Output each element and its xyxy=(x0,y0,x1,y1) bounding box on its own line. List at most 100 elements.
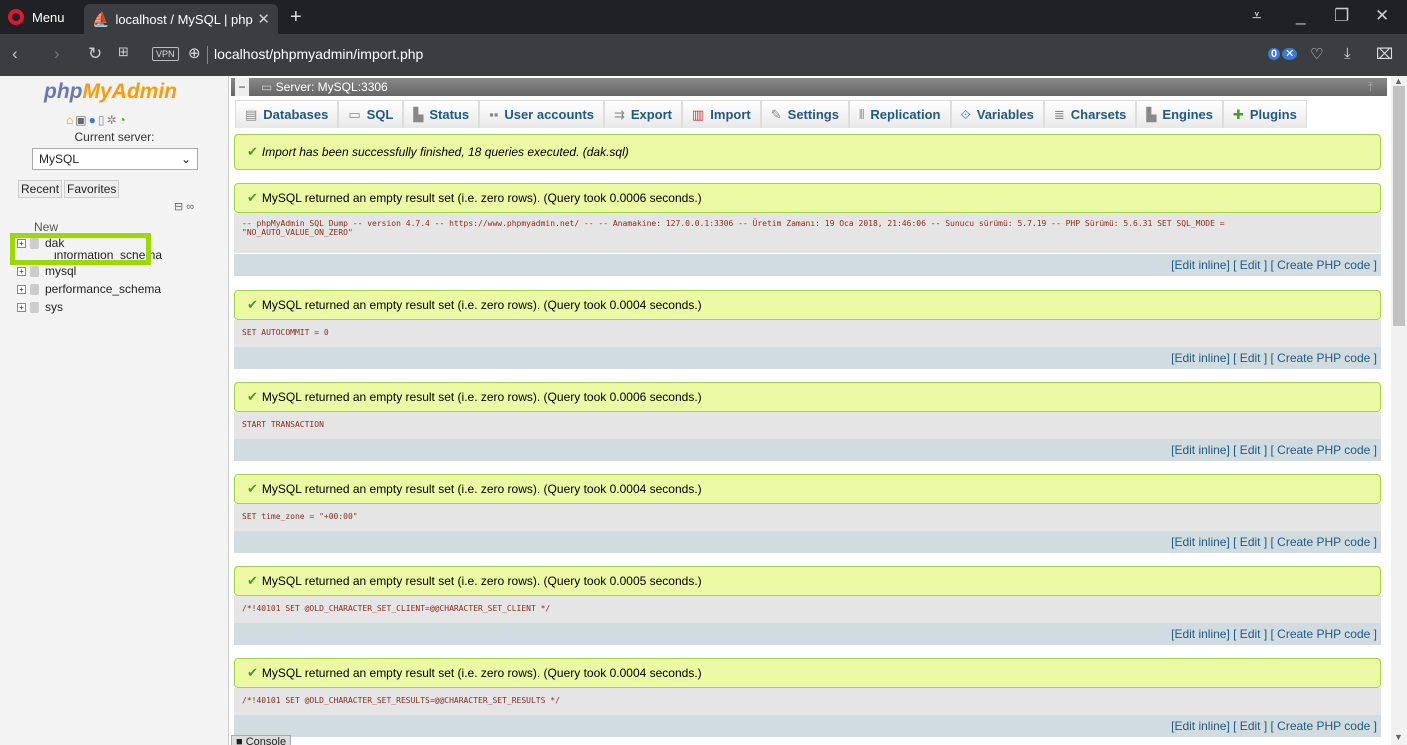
opera-menu-button[interactable]: Menu xyxy=(8,9,65,25)
close-window-icon[interactable]: ✕ xyxy=(1375,6,1389,26)
import-message-text: Import has been successfully finished, 1… xyxy=(261,145,629,159)
opera-logo-icon xyxy=(8,9,24,25)
forward-icon[interactable]: › xyxy=(54,44,60,64)
server-tabs: ▤ Databases ▭ SQL ▙ Status ▪▪ User accounts … xyxy=(235,100,1307,128)
tab-label: Variables xyxy=(976,107,1034,122)
tab-user-accounts[interactable]: ▪▪ User accounts xyxy=(479,100,604,128)
engines-icon: ▙ xyxy=(1146,106,1157,122)
tab-close-icon[interactable]: ✕ xyxy=(257,10,270,28)
check-icon: ✔ xyxy=(247,144,258,159)
globe-icon: ⊕ xyxy=(188,45,201,62)
collapse-all-icon[interactable]: ⊟ xyxy=(174,201,183,213)
phpmyadmin-logo[interactable]: phpMyAdmin xyxy=(44,80,177,104)
maximize-icon[interactable]: ❐ xyxy=(1334,6,1349,26)
minimize-icon[interactable]: _ xyxy=(1296,6,1305,26)
tree-item-new[interactable]: New xyxy=(14,220,162,234)
vpn-badge[interactable]: VPN xyxy=(152,47,179,61)
speed-dial-icon[interactable]: ⊞ xyxy=(118,44,129,60)
result-links[interactable]: [Edit inline] [ Edit ] [ Create PHP code… xyxy=(234,623,1381,645)
server-label[interactable]: Server: MySQL:3306 xyxy=(276,80,388,94)
link-icon[interactable]: ∞ xyxy=(186,201,194,213)
expand-icon[interactable]: + xyxy=(17,302,26,312)
browser-tab-bar: Menu ⛵ localhost / MySQL | phpM ✕ + ⩡ _ … xyxy=(0,0,1407,34)
import-success-message: ✔ Import has been successfully finished,… xyxy=(234,134,1381,170)
scroll-up-icon[interactable]: ▲ xyxy=(1394,76,1403,86)
console-icon: ■ xyxy=(236,736,246,745)
collapse-controls: ⊟ ∞ xyxy=(174,200,194,213)
console-toggle[interactable]: ■ Console xyxy=(231,735,292,745)
tab-label: Export xyxy=(630,107,672,122)
tab-replication[interactable]: ⫴ Replication xyxy=(848,100,951,128)
browser-tab[interactable]: ⛵ localhost / MySQL | phpM ✕ xyxy=(84,4,278,34)
tab-import[interactable]: ▥ Import xyxy=(682,100,761,128)
navigation-panel: phpMyAdmin ⌂▣●▯✲◔ Current server: MySQL … xyxy=(0,76,229,745)
result-links[interactable]: [Edit inline] [ Edit ] [ Create PHP code… xyxy=(234,254,1381,276)
server-select-value: MySQL xyxy=(39,152,80,166)
recent-favorites: Recent Favorites xyxy=(18,180,121,198)
new-tab-icon[interactable]: + xyxy=(290,6,302,29)
status-icon: ▙ xyxy=(413,106,424,122)
server-icon: ▭ xyxy=(261,80,276,94)
reload-icon[interactable]: ↻ xyxy=(88,44,102,64)
tab-label: Import xyxy=(710,107,751,122)
tree-item-sys[interactable]: + sys xyxy=(14,298,162,316)
tab-status[interactable]: ▙ Status xyxy=(403,100,480,128)
phpmyadmin-favicon-icon: ⛵ xyxy=(92,10,110,27)
server-select[interactable]: MySQL ⌄ xyxy=(32,148,198,170)
sql-line: -- phpMyAdmin SQL Dump -- version 4.7.4 … xyxy=(242,219,1225,228)
adblock-count: 0 xyxy=(1268,48,1281,60)
address-bar: ‹ › ↻ ⊞ VPN ⊕ localhost/phpmyadmin/impor… xyxy=(0,34,1407,76)
home-icon[interactable]: ⌂ xyxy=(66,113,75,127)
download-icon[interactable]: ⤓ xyxy=(1344,45,1351,62)
tab-variables[interactable]: ⟐ Variables xyxy=(950,100,1044,128)
tab-charsets[interactable]: ≣ Charsets xyxy=(1043,100,1137,128)
export-icon: ⇉ xyxy=(613,106,625,122)
scroll-down-icon[interactable]: ▼ xyxy=(1394,732,1403,742)
result-links[interactable]: [Edit inline] [ Edit ] [ Create PHP code… xyxy=(234,715,1381,737)
tab-export[interactable]: ⇉ Export xyxy=(603,100,682,128)
back-icon[interactable]: ‹ xyxy=(12,44,18,64)
snapshot-icon[interactable]: ⌧ xyxy=(1376,45,1393,63)
result-message-text: MySQL returned an empty result set (i.e.… xyxy=(261,482,702,496)
sql-line: /*!40101 SET @OLD_CHARACTER_SET_CLIENT=@… xyxy=(242,604,551,613)
result-message: ✔ MySQL returned an empty result set (i.e… xyxy=(234,382,1381,412)
tab-plugins[interactable]: ✚ Plugins xyxy=(1222,100,1307,128)
result-links[interactable]: [Edit inline] [ Edit ] [ Create PHP code… xyxy=(234,531,1381,553)
tab-settings[interactable]: ✎ Settings xyxy=(760,100,849,128)
help-icon[interactable]: ● xyxy=(89,113,98,127)
charsets-icon: ≣ xyxy=(1053,106,1065,122)
result-message-text: MySQL returned an empty result set (i.e.… xyxy=(261,298,702,312)
expand-icon[interactable]: + xyxy=(17,284,26,294)
heart-icon[interactable]: ♡ xyxy=(1310,45,1323,63)
url-field[interactable]: localhost/phpmyadmin/import.php xyxy=(214,46,423,62)
tab-databases[interactable]: ▤ Databases xyxy=(235,100,339,128)
tab-engines[interactable]: ▙ Engines xyxy=(1136,100,1223,128)
settings-gear-icon[interactable]: ✲ xyxy=(106,113,118,127)
tree-item-performance-schema[interactable]: + performance_schema xyxy=(14,280,162,298)
check-icon: ✔ xyxy=(247,665,258,680)
result-message: ✔ MySQL returned an empty result set (i.e… xyxy=(234,658,1381,688)
tab-sql[interactable]: ▭ SQL xyxy=(338,100,404,128)
users-icon: ▪▪ xyxy=(489,107,499,122)
adblock-icon: ✕ xyxy=(1282,48,1298,60)
recent-button[interactable]: Recent xyxy=(18,180,63,198)
favorites-button[interactable]: Favorites xyxy=(64,180,120,198)
menu-label: Menu xyxy=(32,9,65,25)
logout-icon[interactable]: ▣ xyxy=(75,113,88,127)
current-server-label: Current server: xyxy=(74,130,155,144)
chevron-down-icon: ⌄ xyxy=(180,152,191,166)
result-links[interactable]: [Edit inline] [ Edit ] [ Create PHP code… xyxy=(234,439,1381,461)
reload-nav-icon[interactable]: ◔ xyxy=(119,113,128,127)
tab-label: Engines xyxy=(1162,107,1213,122)
database-icon xyxy=(30,265,39,277)
page-scrollbar[interactable]: ▲ ▼ xyxy=(1391,76,1407,745)
scroll-thumb[interactable] xyxy=(1393,86,1405,326)
expand-icon[interactable]: + xyxy=(17,266,26,276)
collapse-nav-icon[interactable]: − xyxy=(235,78,249,96)
tab-menu-icon[interactable]: ⩡ xyxy=(1252,6,1262,26)
result-links[interactable]: [Edit inline] [ Edit ] [ Create PHP code… xyxy=(234,347,1381,369)
scroll-top-icon[interactable]: ⤒ xyxy=(1368,80,1373,95)
result-message: ✔ MySQL returned an empty result set (i.e… xyxy=(234,290,1381,320)
adblock-badge[interactable]: 0 ✕ xyxy=(1266,45,1298,60)
result-message-text: MySQL returned an empty result set (i.e.… xyxy=(261,574,702,588)
